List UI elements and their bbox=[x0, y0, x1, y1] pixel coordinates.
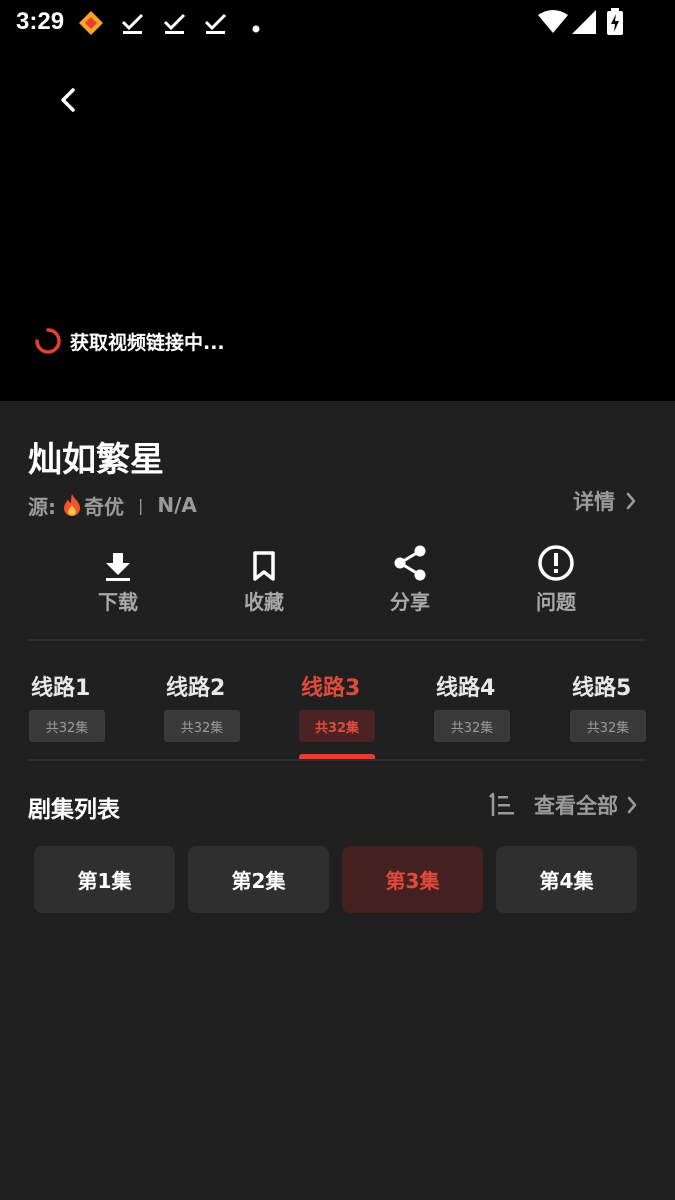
download-button[interactable]: 下载 bbox=[58, 540, 178, 620]
sort-order-icon[interactable] bbox=[486, 792, 516, 818]
app-notification-icon bbox=[77, 9, 105, 41]
detail-link[interactable]: 详情 bbox=[573, 486, 637, 516]
route-name: 线路5 bbox=[572, 676, 632, 701]
back-button[interactable] bbox=[50, 82, 86, 118]
dot-icon bbox=[252, 18, 260, 37]
share-label: 分享 bbox=[390, 590, 430, 614]
view-all-link[interactable]: 查看全部 bbox=[486, 788, 638, 822]
episode-button[interactable]: 第4集 bbox=[496, 846, 637, 913]
download-done-icon bbox=[203, 10, 229, 40]
route-tab-1[interactable]: 线路1 共32集 bbox=[29, 660, 139, 760]
episode-grid: 第1集 第2集 第3集 第4集 bbox=[34, 846, 644, 914]
route-tab-3[interactable]: 线路3 共32集 bbox=[299, 660, 409, 760]
route-tab-4[interactable]: 线路4 共32集 bbox=[434, 660, 544, 760]
bookmark-label: 收藏 bbox=[244, 590, 284, 614]
video-player[interactable]: 3:29 获取视频链接中... bbox=[0, 0, 675, 401]
download-done-icon bbox=[162, 10, 188, 40]
route-name: 线路4 bbox=[436, 676, 496, 701]
route-name: 线路1 bbox=[31, 676, 91, 701]
action-bar: 下载 收藏 分享 问题 bbox=[28, 540, 646, 620]
bookmark-button[interactable]: 收藏 bbox=[204, 540, 324, 620]
chevron-left-icon bbox=[61, 88, 75, 112]
source-label: 源: bbox=[28, 494, 56, 519]
fire-icon bbox=[62, 493, 82, 517]
report-button[interactable]: 问题 bbox=[496, 540, 616, 620]
download-label: 下载 bbox=[98, 590, 138, 614]
episode-count-badge: 共32集 bbox=[434, 710, 510, 742]
rating-value: N/A bbox=[157, 493, 197, 517]
download-icon bbox=[103, 540, 133, 582]
episode-button[interactable]: 第1集 bbox=[34, 846, 175, 913]
source-row: 源: 奇优 | N/A bbox=[28, 490, 197, 520]
route-tab-5[interactable]: 线路5 共32集 bbox=[570, 660, 675, 760]
wifi-icon bbox=[538, 10, 568, 38]
episode-button-active[interactable]: 第3集 bbox=[342, 846, 483, 913]
show-title: 灿如繁星 bbox=[28, 440, 164, 480]
source-name[interactable]: 奇优 bbox=[84, 491, 124, 520]
report-label: 问题 bbox=[536, 590, 576, 614]
loading-text: 获取视频链接中... bbox=[70, 331, 225, 354]
detail-label: 详情 bbox=[573, 490, 615, 514]
view-all-label: 查看全部 bbox=[534, 794, 618, 818]
signal-icon bbox=[572, 10, 596, 38]
bookmark-icon bbox=[252, 540, 276, 582]
spinner-icon bbox=[35, 328, 61, 354]
route-name: 线路2 bbox=[166, 676, 226, 701]
divider bbox=[28, 759, 646, 761]
separator: | bbox=[138, 495, 144, 515]
download-done-icon bbox=[120, 10, 146, 40]
chevron-right-icon bbox=[626, 492, 636, 510]
episode-list-header: 剧集列表 查看全部 bbox=[28, 786, 646, 826]
route-tabs: 线路1 共32集 线路2 共32集 线路3 共32集 线路4 共32集 线路5 … bbox=[0, 660, 675, 760]
status-time: 3:29 bbox=[16, 8, 65, 35]
status-bar: 3:29 bbox=[0, 0, 675, 46]
alert-icon bbox=[537, 540, 575, 582]
episode-count-badge: 共32集 bbox=[570, 710, 646, 742]
episode-count-badge: 共32集 bbox=[164, 710, 240, 742]
share-button[interactable]: 分享 bbox=[350, 540, 470, 620]
episode-list-title: 剧集列表 bbox=[28, 797, 120, 823]
route-tab-2[interactable]: 线路2 共32集 bbox=[164, 660, 274, 760]
episode-button[interactable]: 第2集 bbox=[188, 846, 329, 913]
loading-indicator: 获取视频链接中... bbox=[34, 326, 225, 356]
route-name: 线路3 bbox=[301, 676, 361, 701]
battery-charging-icon bbox=[606, 8, 624, 40]
divider bbox=[28, 639, 646, 641]
episode-count-badge: 共32集 bbox=[29, 710, 105, 742]
episode-count-badge: 共32集 bbox=[299, 710, 375, 742]
share-icon bbox=[392, 540, 428, 582]
chevron-right-icon bbox=[627, 796, 637, 814]
